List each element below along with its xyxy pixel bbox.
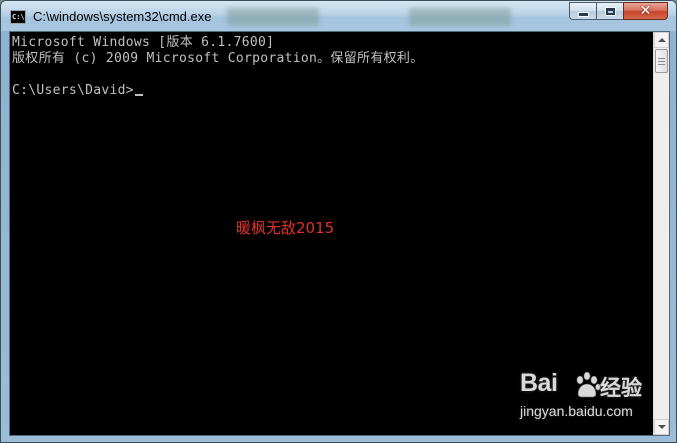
console-output[interactable]: Microsoft Windows [版本 6.1.7600] 版权所有 (c)…	[10, 32, 653, 435]
scroll-down-icon	[657, 425, 666, 429]
grip-line	[658, 60, 665, 62]
scroll-up-icon	[657, 38, 666, 42]
scrollbar-thumb[interactable]	[655, 49, 668, 73]
maximize-button[interactable]	[596, 2, 623, 20]
minimize-button[interactable]	[569, 2, 596, 20]
caption-buttons: ✕	[569, 2, 668, 22]
baidu-watermark: Bai 经验 jingyan.baidu.com	[520, 369, 650, 429]
maximize-icon	[604, 6, 616, 16]
window-title: C:\windows\system32\cmd.exe	[33, 9, 212, 24]
console-line: 版权所有 (c) 2009 Microsoft Corporation。保留所有…	[12, 51, 424, 66]
console-line: Microsoft Windows [版本 6.1.7600]	[12, 35, 275, 50]
cmd-icon[interactable]: C:\	[10, 10, 26, 24]
titlebar-background-blur	[227, 8, 319, 26]
prompt-text: C:\Users\David>	[12, 83, 134, 98]
vertical-scrollbar[interactable]	[653, 32, 669, 435]
minimize-icon	[577, 11, 589, 17]
prompt-line: C:\Users\David>	[12, 83, 143, 99]
title-bar[interactable]: C:\ C:\windows\system32\cmd.exe ✕	[1, 1, 676, 31]
text-cursor	[134, 94, 143, 96]
baidu-paw-icon	[576, 371, 601, 398]
scroll-up-button[interactable]	[654, 32, 669, 48]
cmd-window: C:\ C:\windows\system32\cmd.exe ✕ Micros…	[0, 0, 677, 443]
scroll-down-button[interactable]	[654, 419, 669, 435]
close-icon: ✕	[639, 3, 652, 19]
baidu-jingyan-text: 经验	[600, 376, 642, 400]
grip-line	[658, 57, 665, 59]
author-watermark: 暖枫无敌2015	[236, 219, 335, 237]
baidu-logo-text: Bai	[520, 369, 558, 397]
baidu-url-text: jingyan.baidu.com	[520, 403, 633, 419]
titlebar-background-blur	[409, 8, 511, 26]
close-button[interactable]: ✕	[623, 2, 668, 20]
console-client-area: Microsoft Windows [版本 6.1.7600] 版权所有 (c)…	[9, 31, 670, 436]
grip-line	[658, 63, 665, 65]
